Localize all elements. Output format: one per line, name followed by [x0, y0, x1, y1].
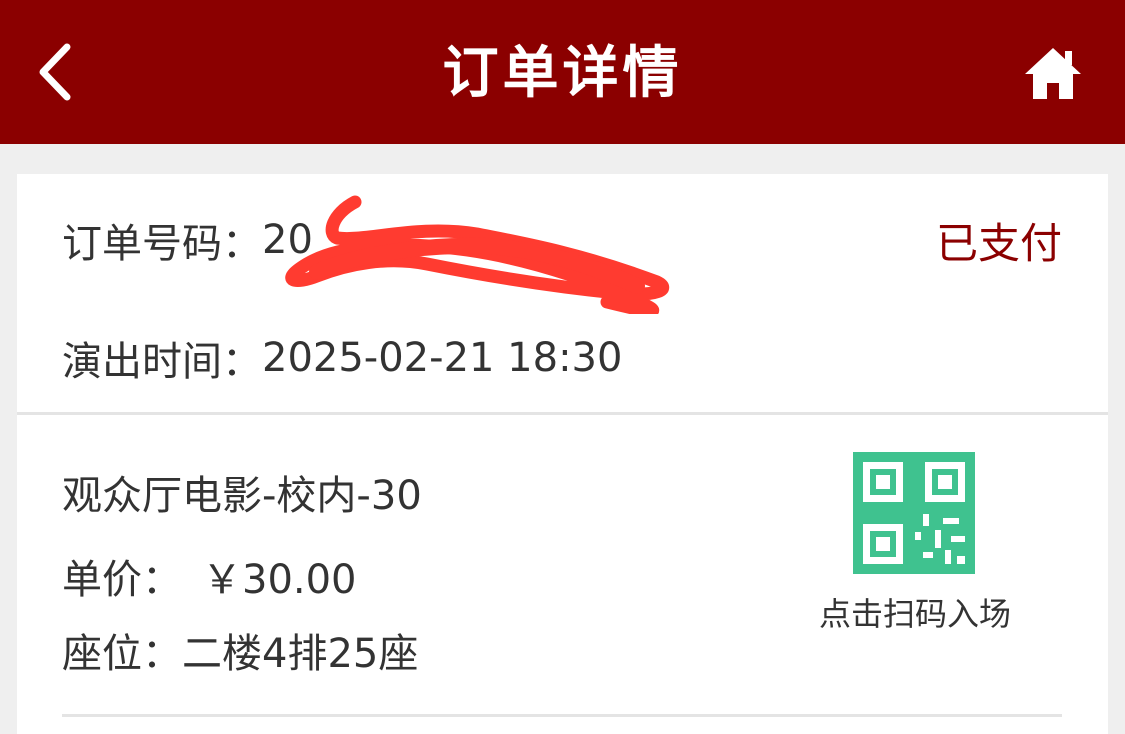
redaction-scribble [285, 195, 670, 314]
show-time-value: 2025-02-21 18:30 [262, 335, 623, 381]
seat-label: 座位： [62, 631, 182, 677]
section-divider [17, 412, 1108, 415]
order-number-row: 订单号码： 20 [62, 212, 313, 268]
top-nav-bar: 订单详情 [0, 0, 1125, 144]
order-number-label: 订单号码： [62, 221, 262, 267]
home-icon [1025, 48, 1081, 99]
seat-row: 座位： 二楼4排25座 [62, 622, 418, 678]
price-label: 单价： [62, 557, 182, 603]
qr-code-button[interactable] [853, 452, 975, 574]
bottom-divider [62, 714, 1062, 717]
price-row: 单价： ￥30.00 [62, 548, 357, 604]
order-number-value: 20 [262, 217, 313, 263]
show-time-row: 演出时间： 2025-02-21 18:30 [62, 330, 622, 386]
back-button[interactable] [28, 40, 82, 104]
page-title: 订单详情 [442, 40, 683, 106]
home-button[interactable] [1020, 42, 1086, 104]
show-time-label: 演出时间： [62, 339, 262, 385]
chevron-left-icon [39, 43, 71, 101]
price-value: ￥30.00 [202, 557, 357, 603]
payment-status: 已支付 [935, 218, 1062, 268]
event-title: 观众厅电影-校内-30 [62, 473, 422, 519]
seat-value: 二楼4排25座 [182, 631, 419, 677]
order-card: 订单号码： 20 已支付 演出时间： 2025-02-21 18:30 观众厅电… [17, 174, 1108, 734]
scan-entry-hint[interactable]: 点击扫码入场 [805, 592, 1025, 636]
qr-code-icon [853, 452, 975, 574]
